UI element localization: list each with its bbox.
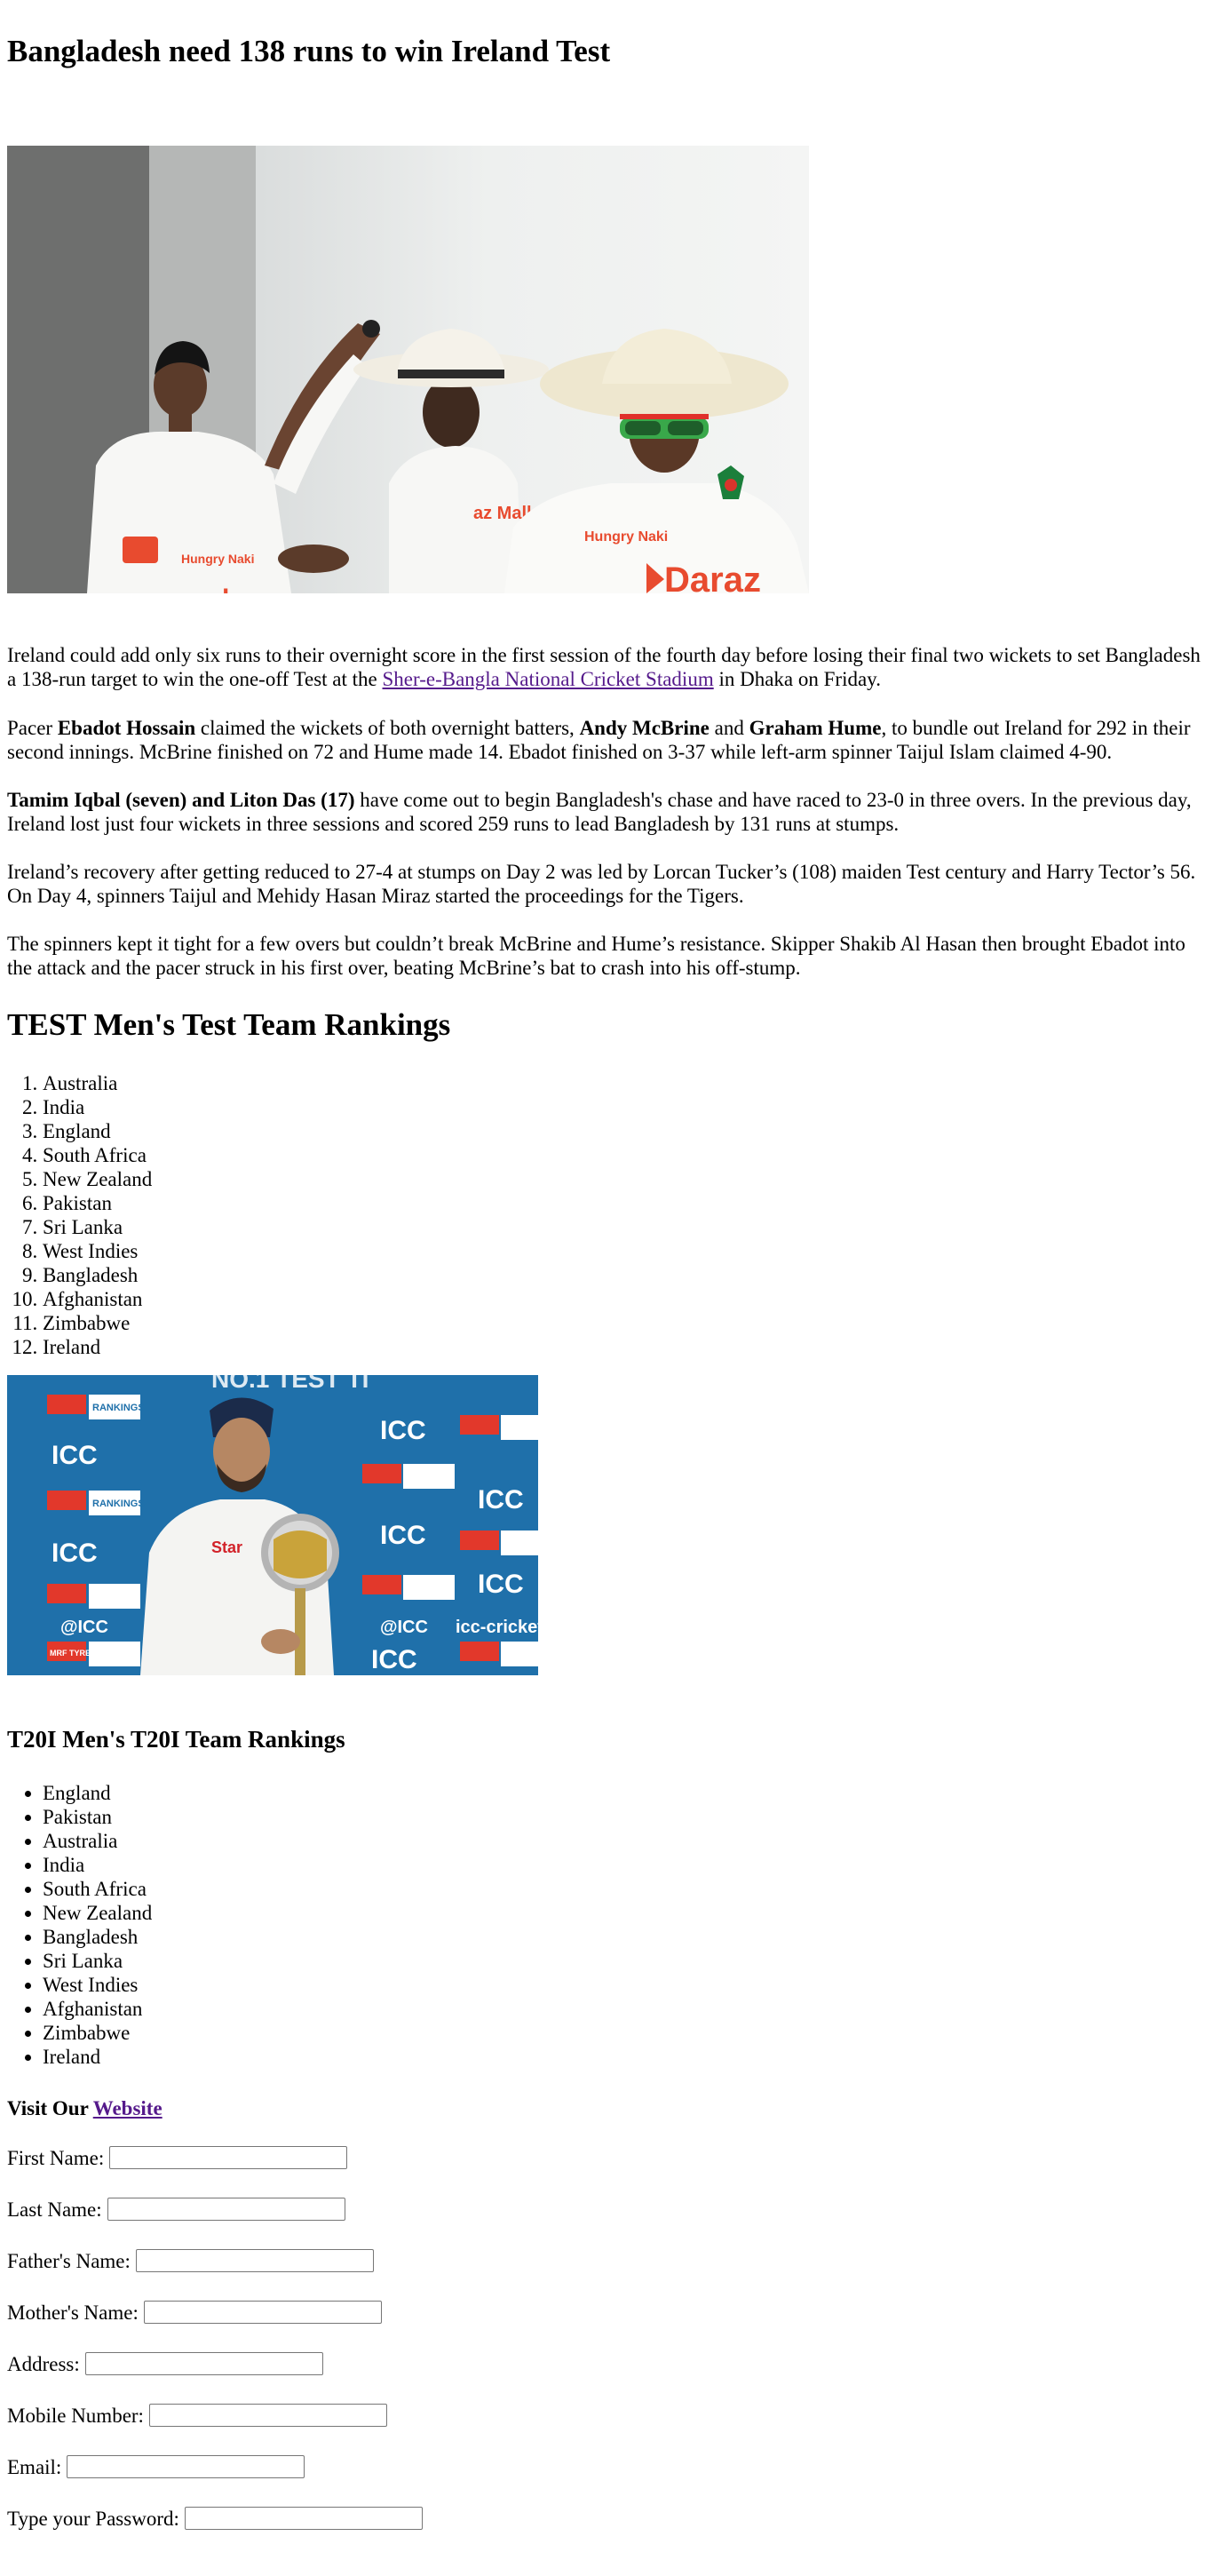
- list-item: Bangladesh: [43, 1925, 152, 1949]
- svg-text:ICC: ICC: [380, 1521, 426, 1550]
- svg-text:Hungry Naki: Hungry Naki: [181, 552, 254, 566]
- svg-text:@ICC: @ICC: [380, 1618, 428, 1637]
- t20i-rankings-heading: T20I Men's T20I Team Rankings: [7, 1726, 345, 1753]
- list-item: Afghanistan: [43, 1287, 152, 1311]
- list-item: England: [43, 1119, 152, 1143]
- mobile-row: Mobile Number:: [7, 2402, 387, 2429]
- svg-text:icc-cricket.c: icc-cricket.c: [456, 1618, 538, 1637]
- mother-name-input[interactable]: [143, 2301, 382, 2324]
- svg-text:ICC: ICC: [478, 1485, 524, 1515]
- password-label: Type your Password:: [7, 2507, 179, 2530]
- address-row: Address:: [7, 2350, 323, 2377]
- email-row: Email:: [7, 2453, 305, 2480]
- address-input[interactable]: [84, 2352, 323, 2375]
- list-item: India: [43, 1853, 152, 1877]
- website-link[interactable]: Website: [93, 2097, 163, 2119]
- article-paragraph-2: Pacer Ebadot Hossain claimed the wickets…: [7, 716, 1206, 764]
- last-name-row: Last Name:: [7, 2196, 345, 2222]
- mother-name-row: Mother's Name:: [7, 2299, 382, 2326]
- list-item: Zimbabwe: [43, 2021, 152, 2045]
- bold-name: Tamim Iqbal (seven) and Liton Das (17): [7, 789, 355, 811]
- list-item: Sri Lanka: [43, 1215, 152, 1239]
- list-item: Zimbabwe: [43, 1311, 152, 1335]
- list-item: South Africa: [43, 1877, 152, 1901]
- article-paragraph-5: The spinners kept it tight for a few ove…: [7, 933, 1185, 979]
- bold-name: Andy McBrine: [579, 717, 710, 739]
- last-name-label: Last Name:: [7, 2198, 102, 2221]
- list-item: Sri Lanka: [43, 1949, 152, 1973]
- svg-text:ICC: ICC: [371, 1645, 417, 1674]
- father-name-label: Father's Name:: [7, 2249, 131, 2272]
- t20i-rankings-list: England Pakistan Australia India South A…: [7, 1781, 152, 2069]
- svg-text:RANKINGS: RANKINGS: [92, 1403, 145, 1413]
- list-item: South Africa: [43, 1143, 152, 1167]
- email-input[interactable]: [67, 2455, 305, 2478]
- article-paragraph-1: Ireland could add only six runs to their…: [7, 643, 1206, 691]
- list-item: West Indies: [43, 1239, 152, 1263]
- password-input[interactable]: [184, 2507, 423, 2530]
- test-rankings-heading: TEST Men's Test Team Rankings: [7, 1007, 451, 1042]
- paragraph-text: and: [709, 717, 749, 739]
- svg-text:ICC: ICC: [478, 1570, 524, 1599]
- last-name-input[interactable]: [107, 2198, 345, 2221]
- article-headline: Bangladesh need 138 runs to win Ireland …: [7, 34, 611, 68]
- father-name-row: Father's Name:: [7, 2247, 374, 2274]
- password-row: Type your Password:: [7, 2505, 423, 2532]
- list-item: India: [43, 1095, 152, 1119]
- svg-text:RANKINGS: RANKINGS: [92, 1499, 145, 1509]
- svg-text:Daraz: Daraz: [664, 561, 761, 593]
- mother-name-label: Mother's Name:: [7, 2301, 139, 2324]
- bold-name: Graham Hume: [749, 717, 882, 739]
- paragraph-text: claimed the wickets of both overnight ba…: [195, 717, 580, 739]
- first-name-input[interactable]: [109, 2146, 348, 2169]
- address-label: Address:: [7, 2352, 80, 2375]
- svg-text:daraz: daraz: [213, 584, 282, 593]
- list-item: Bangladesh: [43, 1263, 152, 1287]
- stadium-link[interactable]: Sher-e-Bangla National Cricket Stadium: [383, 668, 714, 690]
- list-item: Ireland: [43, 1335, 152, 1359]
- first-name-label: First Name:: [7, 2146, 105, 2169]
- svg-text:MRF TYRES: MRF TYRES: [50, 1649, 96, 1658]
- list-item: New Zealand: [43, 1167, 152, 1191]
- visit-website-line: Visit Our Website: [7, 2096, 163, 2120]
- email-label: Email:: [7, 2455, 62, 2478]
- paragraph-text: Pacer: [7, 717, 58, 739]
- list-item: New Zealand: [43, 1901, 152, 1925]
- mobile-label: Mobile Number:: [7, 2404, 144, 2427]
- list-item: West Indies: [43, 1973, 152, 1997]
- svg-text:ICC: ICC: [52, 1441, 98, 1470]
- list-item: Pakistan: [43, 1805, 152, 1829]
- svg-text:Star: Star: [211, 1538, 242, 1556]
- list-item: Pakistan: [43, 1191, 152, 1215]
- paragraph-text: in Dhaka on Friday.: [713, 668, 881, 690]
- list-item: Australia: [43, 1071, 152, 1095]
- svg-text:@ICC: @ICC: [60, 1618, 108, 1637]
- list-item: England: [43, 1781, 152, 1805]
- svg-text:ICC: ICC: [52, 1538, 98, 1568]
- mobile-input[interactable]: [148, 2404, 387, 2427]
- first-name-row: First Name:: [7, 2144, 348, 2171]
- players-photo-illustration: Hungry Naki daraz az Mall Hungry Naki Da…: [7, 146, 809, 593]
- visit-label: Visit Our: [7, 2097, 93, 2119]
- icc-trophy-photo: NO.1 TEST TI RANKINGS ICC RANKINGS ICC @…: [7, 1375, 538, 1675]
- list-item: Australia: [43, 1829, 152, 1853]
- icc-photo-illustration: NO.1 TEST TI RANKINGS ICC RANKINGS ICC @…: [7, 1375, 538, 1675]
- bold-name: Ebadot Hossain: [57, 717, 196, 739]
- article-paragraph-4: Ireland’s recovery after getting reduced…: [7, 861, 1196, 907]
- svg-text:Hungry Naki: Hungry Naki: [584, 529, 668, 545]
- test-rankings-list: Australia India England South Africa New…: [7, 1071, 152, 1359]
- father-name-input[interactable]: [135, 2249, 374, 2272]
- svg-text:ICC: ICC: [380, 1416, 426, 1445]
- article-photo-players: Hungry Naki daraz az Mall Hungry Naki Da…: [7, 146, 809, 593]
- list-item: Afghanistan: [43, 1997, 152, 2021]
- article-paragraph-3: Tamim Iqbal (seven) and Liton Das (17) h…: [7, 788, 1206, 836]
- svg-text:NO.1 TEST TI: NO.1 TEST TI: [211, 1375, 369, 1393]
- list-item: Ireland: [43, 2045, 152, 2069]
